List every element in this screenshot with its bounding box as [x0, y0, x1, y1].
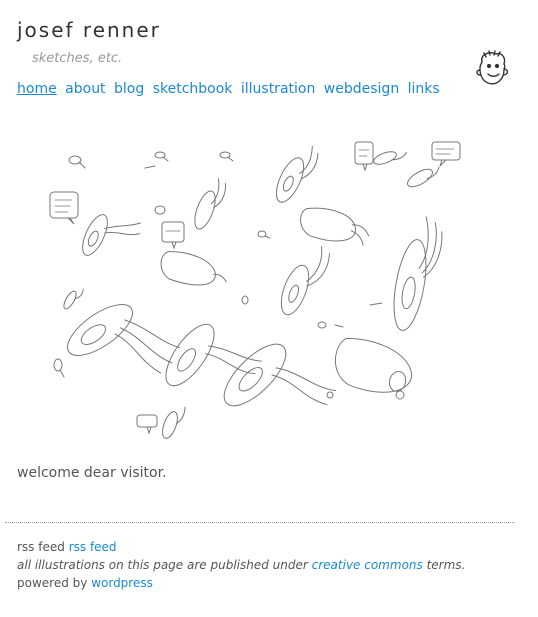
creature-mid-2	[275, 145, 319, 203]
avatar-doodle-icon	[476, 50, 509, 85]
nav-sketchbook[interactable]: sketchbook	[153, 81, 233, 97]
license-prefix: all illustrations on this page are publi…	[17, 558, 308, 572]
speech-bubble-5	[136, 414, 158, 435]
site-title[interactable]: josef renner	[17, 18, 161, 42]
speech-bubble-4	[431, 141, 461, 167]
creature-mid-3	[300, 207, 370, 246]
creature-small-5	[68, 155, 86, 169]
creature-large-1	[67, 304, 180, 374]
welcome-message: welcome dear visitor.	[17, 465, 167, 481]
creative-commons-link[interactable]: creative commons	[312, 558, 423, 572]
speech-bubble-1	[49, 191, 79, 225]
creature-small-17	[395, 390, 405, 400]
creature-small-4	[63, 288, 84, 310]
creature-small-13	[369, 302, 383, 306]
creature-small-10	[53, 358, 65, 378]
footer-license-line: all illustrations on this page are publi…	[17, 556, 465, 574]
powered-prefix: powered by	[17, 576, 88, 590]
nav-webdesign[interactable]: webdesign	[324, 81, 399, 97]
creature-mid-4	[160, 251, 227, 286]
creature-small-12	[334, 324, 344, 328]
wordpress-link[interactable]: wordpress	[91, 576, 153, 590]
creature-large-2	[165, 323, 262, 387]
license-suffix: terms.	[426, 558, 466, 572]
creature-mid-6	[194, 178, 227, 230]
creature-large-3	[223, 343, 337, 407]
creature-small-8	[144, 165, 156, 169]
rss-label: rss feed	[17, 540, 65, 554]
creature-small-11	[317, 321, 327, 329]
creature-small-16	[154, 205, 166, 215]
creature-small-14	[241, 295, 249, 305]
nav-links[interactable]: links	[408, 81, 440, 97]
footer-divider	[5, 522, 515, 523]
creature-large-4	[393, 216, 443, 331]
creature-small-9	[257, 230, 271, 239]
speech-bubble-2	[161, 221, 185, 250]
creature-small-3	[373, 151, 407, 165]
rss-feed-link[interactable]: rss feed	[69, 540, 117, 554]
creature-small-7	[219, 151, 234, 162]
nav-home[interactable]: home	[17, 81, 57, 97]
main-nav: home about blog sketchbook illustration …	[17, 81, 444, 97]
footer-rss-line: rss feed rss feed	[17, 538, 465, 556]
creature-small-2	[407, 166, 440, 188]
creature-mid-1	[280, 245, 331, 316]
speech-bubble-3	[354, 141, 374, 172]
footer-powered-line: powered by wordpress	[17, 574, 465, 592]
creature-small-1	[162, 406, 186, 439]
page: josef renner sketches, etc. home about b…	[0, 0, 538, 617]
creature-mid-5	[82, 214, 141, 256]
nav-illustration[interactable]: illustration	[241, 81, 315, 97]
footer: rss feed rss feed all illustrations on t…	[17, 538, 465, 592]
jellyfish-sketch-illustration[interactable]	[40, 130, 490, 445]
nav-about[interactable]: about	[65, 81, 105, 97]
creature-small-6	[154, 151, 169, 162]
creature-large-5	[335, 338, 413, 393]
tagline: sketches, etc.	[32, 51, 123, 66]
creature-small-15	[326, 391, 334, 399]
nav-blog[interactable]: blog	[114, 81, 144, 97]
